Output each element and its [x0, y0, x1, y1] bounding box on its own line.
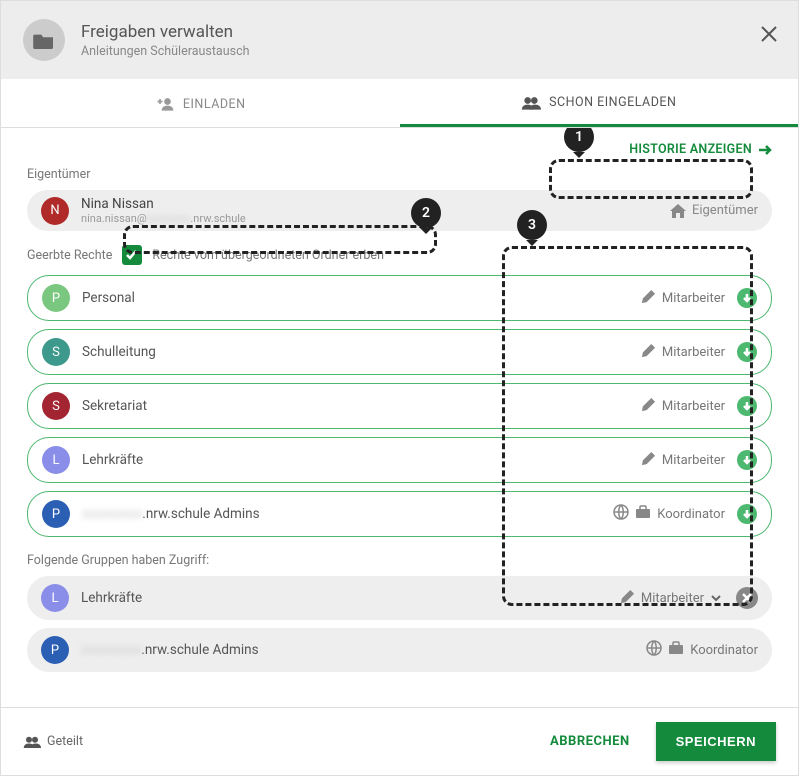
role-chip: Mitarbeiter — [641, 288, 757, 308]
pencil-icon — [641, 397, 656, 416]
group-avatar: S — [42, 392, 70, 420]
save-button[interactable]: SPEICHERN — [656, 722, 776, 761]
tab-invited[interactable]: SCHON EINGELADEN — [400, 79, 799, 127]
role-chip[interactable]: Koordinator — [646, 640, 758, 660]
callout-3: 3 — [517, 210, 547, 240]
group-name: Sekretariat — [82, 398, 147, 414]
group-avatar: L — [41, 584, 69, 612]
group-row[interactable]: Pxxxxxxxxx.nrw.schule Admins Koordinator — [27, 628, 772, 672]
group-avatar: P — [42, 284, 70, 312]
briefcase-icon — [635, 505, 651, 523]
remove-button[interactable] — [736, 587, 758, 609]
globe-icon — [646, 640, 662, 660]
briefcase-icon — [668, 641, 684, 659]
owner-row: N Nina Nissan nina.nissan@xxxxxxxx.nrw.s… — [27, 190, 772, 231]
globe-icon — [613, 504, 629, 524]
cancel-button[interactable]: ABBRECHEN — [536, 724, 644, 759]
pencil-icon — [620, 589, 635, 608]
inherit-checkbox[interactable] — [122, 245, 142, 265]
inherited-icon — [737, 504, 757, 524]
shared-indicator: Geteilt — [23, 734, 83, 749]
dialog-footer: Geteilt ABBRECHEN SPEICHERN — [1, 707, 798, 775]
group-name: Lehrkräfte — [82, 452, 143, 468]
access-label: Folgende Gruppen haben Zugriff: — [27, 553, 772, 568]
group-name: Personal — [82, 290, 135, 306]
group-row[interactable]: S Schulleitung Mitarbeiter — [27, 329, 772, 375]
role-chip: Mitarbeiter — [641, 396, 757, 416]
inherited-icon — [737, 396, 757, 416]
tab-invite[interactable]: EINLADEN — [1, 79, 400, 127]
dialog-title: Freigaben verwalten — [81, 22, 250, 42]
inherited-icon — [737, 450, 757, 470]
group-name: Lehrkräfte — [81, 590, 142, 606]
group-avatar: P — [41, 636, 69, 664]
group-row[interactable]: L Lehrkräfte Mitarbeiter — [27, 437, 772, 483]
inherit-label: Geerbte Rechte — [27, 248, 112, 263]
group-name: xxxxxxxxx.nrw.schule Admins — [81, 642, 259, 658]
group-avatar: L — [42, 446, 70, 474]
group-name: Schulleitung — [82, 344, 156, 360]
inherit-row: Geerbte Rechte Rechte vom übergeordneten… — [27, 245, 772, 265]
role-chip: Koordinator — [613, 504, 757, 524]
pencil-icon — [641, 289, 656, 308]
owner-label: Eigentümer — [27, 167, 772, 182]
dialog-header: Freigaben verwalten Anleitungen Schülera… — [1, 1, 798, 79]
owner-email: nina.nissan@xxxxxxxx.nrw.schule — [81, 212, 246, 225]
tabs: EINLADEN SCHON EINGELADEN — [1, 79, 798, 128]
role-chip: Mitarbeiter — [641, 342, 757, 362]
owner-avatar: N — [41, 197, 69, 225]
group-row[interactable]: Pxxxxxxxxx.nrw.schule Admins Koordinator — [27, 491, 772, 537]
folder-icon — [23, 19, 65, 61]
group-row[interactable]: P Personal Mitarbeiter — [27, 275, 772, 321]
history-link[interactable]: HISTORIE ANZEIGEN — [27, 142, 772, 157]
group-name: xxxxxxxxx.nrw.schule Admins — [82, 506, 260, 522]
pencil-icon — [641, 343, 656, 362]
role-chip: Mitarbeiter — [641, 450, 757, 470]
group-row[interactable]: L Lehrkräfte Mitarbeiter — [27, 576, 772, 620]
inherit-text: Rechte vom übergeordneten Ordner erben — [152, 248, 384, 263]
callout-2: 2 — [411, 198, 441, 228]
group-avatar: S — [42, 338, 70, 366]
group-row[interactable]: S Sekretariat Mitarbeiter — [27, 383, 772, 429]
pencil-icon — [641, 451, 656, 470]
dialog-subtitle: Anleitungen Schüleraustausch — [81, 44, 250, 59]
role-chip[interactable]: Mitarbeiter — [620, 587, 758, 609]
group-avatar: P — [42, 500, 70, 528]
inherited-icon — [737, 288, 757, 308]
close-button[interactable] — [760, 25, 778, 47]
inherited-icon — [737, 342, 757, 362]
owner-role: Eigentümer — [670, 203, 758, 218]
owner-name: Nina Nissan — [81, 196, 246, 212]
